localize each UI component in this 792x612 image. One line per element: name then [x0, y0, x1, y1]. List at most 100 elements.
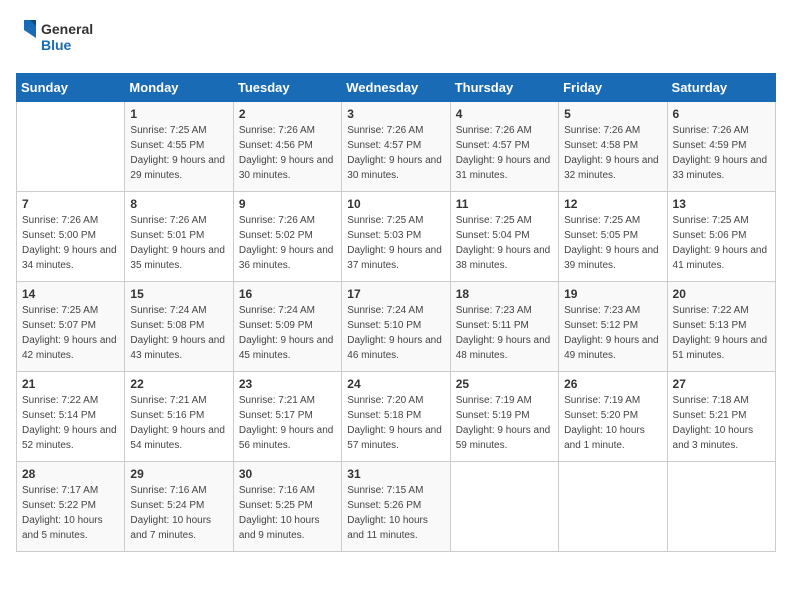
day-info: Sunrise: 7:21 AMSunset: 5:17 PMDaylight:… [239, 393, 336, 453]
day-info: Sunrise: 7:25 AMSunset: 5:03 PMDaylight:… [347, 213, 444, 273]
weekday-header-sunday: Sunday [17, 74, 125, 102]
day-info: Sunrise: 7:25 AMSunset: 5:07 PMDaylight:… [22, 303, 119, 363]
day-number: 10 [347, 197, 444, 211]
calendar-week-row: 21 Sunrise: 7:22 AMSunset: 5:14 PMDayligh… [17, 372, 776, 462]
day-info: Sunrise: 7:16 AMSunset: 5:24 PMDaylight:… [130, 483, 227, 543]
day-number: 8 [130, 197, 227, 211]
svg-text:General: General [41, 21, 93, 37]
calendar-week-row: 14 Sunrise: 7:25 AMSunset: 5:07 PMDayligh… [17, 282, 776, 372]
day-number: 29 [130, 467, 227, 481]
calendar-cell: 8 Sunrise: 7:26 AMSunset: 5:01 PMDaylight… [125, 192, 233, 282]
day-number: 18 [456, 287, 553, 301]
day-info: Sunrise: 7:25 AMSunset: 5:04 PMDaylight:… [456, 213, 553, 273]
day-number: 30 [239, 467, 336, 481]
day-info: Sunrise: 7:22 AMSunset: 5:13 PMDaylight:… [673, 303, 770, 363]
calendar-cell: 16Sunrise: 7:24 AMSunset: 5:09 PMDayligh… [233, 282, 341, 372]
weekday-header-thursday: Thursday [450, 74, 558, 102]
calendar-cell: 9Sunrise: 7:26 AMSunset: 5:02 PMDaylight… [233, 192, 341, 282]
calendar-cell: 2Sunrise: 7:26 AMSunset: 4:56 PMDaylight… [233, 102, 341, 192]
day-info: Sunrise: 7:26 AMSunset: 4:57 PMDaylight:… [347, 123, 444, 183]
calendar-cell: 11 Sunrise: 7:25 AMSunset: 5:04 PMDayligh… [450, 192, 558, 282]
day-number: 26 [564, 377, 661, 391]
weekday-header-row: SundayMondayTuesdayWednesdayThursdayFrid… [17, 74, 776, 102]
weekday-header-friday: Friday [559, 74, 667, 102]
day-info: Sunrise: 7:19 AMSunset: 5:20 PMDaylight:… [564, 393, 661, 453]
day-info: Sunrise: 7:22 AMSunset: 5:14 PMDaylight:… [22, 393, 119, 453]
calendar-cell: 4 Sunrise: 7:26 AMSunset: 4:57 PMDaylight… [450, 102, 558, 192]
day-number: 15 [130, 287, 227, 301]
calendar-cell: 26 Sunrise: 7:19 AMSunset: 5:20 PMDayligh… [559, 372, 667, 462]
calendar-cell: 30 Sunrise: 7:16 AMSunset: 5:25 PMDayligh… [233, 462, 341, 552]
calendar-cell: 1Sunrise: 7:25 AMSunset: 4:55 PMDaylight… [125, 102, 233, 192]
day-info: Sunrise: 7:26 AMSunset: 5:02 PMDaylight:… [239, 213, 336, 273]
day-number: 3 [347, 107, 444, 121]
day-number: 6 [673, 107, 770, 121]
calendar-cell: 29 Sunrise: 7:16 AMSunset: 5:24 PMDayligh… [125, 462, 233, 552]
svg-text:Blue: Blue [41, 37, 72, 53]
day-info: Sunrise: 7:20 AMSunset: 5:18 PMDaylight:… [347, 393, 444, 453]
day-info: Sunrise: 7:16 AMSunset: 5:25 PMDaylight:… [239, 483, 336, 543]
day-info: Sunrise: 7:23 AMSunset: 5:11 PMDaylight:… [456, 303, 553, 363]
calendar-cell: 14 Sunrise: 7:25 AMSunset: 5:07 PMDayligh… [17, 282, 125, 372]
day-info: Sunrise: 7:26 AMSunset: 4:59 PMDaylight:… [673, 123, 770, 183]
calendar-cell: 21 Sunrise: 7:22 AMSunset: 5:14 PMDayligh… [17, 372, 125, 462]
calendar-table: SundayMondayTuesdayWednesdayThursdayFrid… [16, 73, 776, 552]
logo-svg: General Blue [16, 16, 106, 61]
weekday-header-saturday: Saturday [667, 74, 775, 102]
weekday-header-monday: Monday [125, 74, 233, 102]
calendar-cell: 13 Sunrise: 7:25 AMSunset: 5:06 PMDayligh… [667, 192, 775, 282]
page-header: General Blue [16, 16, 776, 61]
calendar-cell: 23Sunrise: 7:21 AMSunset: 5:17 PMDayligh… [233, 372, 341, 462]
day-info: Sunrise: 7:26 AMSunset: 4:57 PMDaylight:… [456, 123, 553, 183]
calendar-cell: 22 Sunrise: 7:21 AMSunset: 5:16 PMDayligh… [125, 372, 233, 462]
day-info: Sunrise: 7:24 AMSunset: 5:10 PMDaylight:… [347, 303, 444, 363]
day-number: 4 [456, 107, 553, 121]
calendar-cell: 28 Sunrise: 7:17 AMSunset: 5:22 PMDayligh… [17, 462, 125, 552]
calendar-cell [450, 462, 558, 552]
day-info: Sunrise: 7:24 AMSunset: 5:08 PMDaylight:… [130, 303, 227, 363]
day-number: 1 [130, 107, 227, 121]
calendar-cell: 24Sunrise: 7:20 AMSunset: 5:18 PMDayligh… [342, 372, 450, 462]
calendar-cell: 27 Sunrise: 7:18 AMSunset: 5:21 PMDayligh… [667, 372, 775, 462]
day-info: Sunrise: 7:26 AMSunset: 5:01 PMDaylight:… [130, 213, 227, 273]
day-info: Sunrise: 7:25 AMSunset: 5:06 PMDaylight:… [673, 213, 770, 273]
day-info: Sunrise: 7:23 AMSunset: 5:12 PMDaylight:… [564, 303, 661, 363]
calendar-week-row: 1Sunrise: 7:25 AMSunset: 4:55 PMDaylight… [17, 102, 776, 192]
calendar-cell [559, 462, 667, 552]
day-info: Sunrise: 7:26 AMSunset: 4:58 PMDaylight:… [564, 123, 661, 183]
calendar-cell: 20 Sunrise: 7:22 AMSunset: 5:13 PMDayligh… [667, 282, 775, 372]
calendar-cell: 10 Sunrise: 7:25 AMSunset: 5:03 PMDayligh… [342, 192, 450, 282]
calendar-cell: 31 Sunrise: 7:15 AMSunset: 5:26 PMDayligh… [342, 462, 450, 552]
logo: General Blue [16, 16, 106, 61]
calendar-cell: 19 Sunrise: 7:23 AMSunset: 5:12 PMDayligh… [559, 282, 667, 372]
day-info: Sunrise: 7:18 AMSunset: 5:21 PMDaylight:… [673, 393, 770, 453]
day-number: 5 [564, 107, 661, 121]
day-number: 31 [347, 467, 444, 481]
day-info: Sunrise: 7:15 AMSunset: 5:26 PMDaylight:… [347, 483, 444, 543]
calendar-cell [17, 102, 125, 192]
day-info: Sunrise: 7:21 AMSunset: 5:16 PMDaylight:… [130, 393, 227, 453]
calendar-cell: 15 Sunrise: 7:24 AMSunset: 5:08 PMDayligh… [125, 282, 233, 372]
calendar-cell: 18 Sunrise: 7:23 AMSunset: 5:11 PMDayligh… [450, 282, 558, 372]
day-info: Sunrise: 7:26 AMSunset: 5:00 PMDaylight:… [22, 213, 119, 273]
day-info: Sunrise: 7:25 AMSunset: 5:05 PMDaylight:… [564, 213, 661, 273]
calendar-cell [667, 462, 775, 552]
calendar-cell: 3 Sunrise: 7:26 AMSunset: 4:57 PMDaylight… [342, 102, 450, 192]
day-info: Sunrise: 7:26 AMSunset: 4:56 PMDaylight:… [239, 123, 336, 183]
calendar-cell: 12 Sunrise: 7:25 AMSunset: 5:05 PMDayligh… [559, 192, 667, 282]
calendar-week-row: 7Sunrise: 7:26 AMSunset: 5:00 PMDaylight… [17, 192, 776, 282]
day-number: 11 [456, 197, 553, 211]
day-number: 13 [673, 197, 770, 211]
weekday-header-wednesday: Wednesday [342, 74, 450, 102]
day-info: Sunrise: 7:24 AMSunset: 5:09 PMDaylight:… [239, 303, 336, 363]
calendar-week-row: 28 Sunrise: 7:17 AMSunset: 5:22 PMDayligh… [17, 462, 776, 552]
day-number: 28 [22, 467, 119, 481]
day-number: 12 [564, 197, 661, 211]
day-number: 21 [22, 377, 119, 391]
day-number: 20 [673, 287, 770, 301]
day-number: 27 [673, 377, 770, 391]
day-number: 19 [564, 287, 661, 301]
day-number: 22 [130, 377, 227, 391]
day-number: 14 [22, 287, 119, 301]
day-info: Sunrise: 7:17 AMSunset: 5:22 PMDaylight:… [22, 483, 119, 543]
